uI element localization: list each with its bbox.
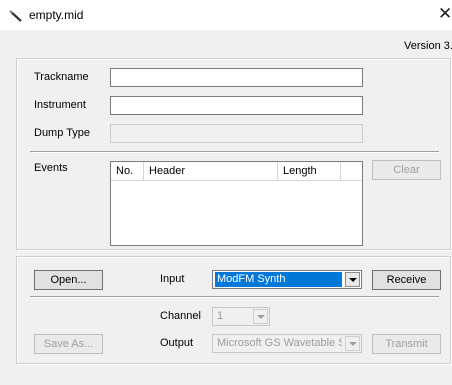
events-label: Events <box>34 162 68 174</box>
output-value: Microsoft GS Wavetable Synt <box>217 337 342 349</box>
events-list[interactable]: No. Header Length <box>110 161 363 246</box>
dump-type-label: Dump Type <box>34 127 91 139</box>
events-list-header: No. Header Length <box>111 162 362 181</box>
dump-type-field <box>110 124 363 143</box>
chevron-down-icon[interactable] <box>345 336 360 351</box>
instrument-input[interactable] <box>110 96 363 115</box>
channel-label: Channel <box>160 310 201 322</box>
transmit-button[interactable]: Transmit <box>372 334 441 354</box>
output-select[interactable]: Microsoft GS Wavetable Synt <box>212 334 362 353</box>
midi-separator <box>30 296 439 298</box>
column-header-header[interactable]: Header <box>144 162 278 180</box>
save-as-button[interactable]: Save As... <box>34 334 103 354</box>
channel-value: 1 <box>217 310 224 322</box>
window-title: empty.mid <box>29 8 84 22</box>
output-label: Output <box>160 337 194 349</box>
channel-select[interactable]: 1 <box>212 307 270 326</box>
chevron-down-icon[interactable] <box>345 272 360 287</box>
chevron-down-icon[interactable] <box>253 309 268 324</box>
input-label: Input <box>160 273 185 285</box>
column-header-length[interactable]: Length <box>278 162 341 180</box>
clear-button[interactable]: Clear <box>372 160 441 180</box>
receive-button[interactable]: Receive <box>372 270 441 290</box>
close-icon[interactable]: ✕ <box>438 5 452 23</box>
trackname-input[interactable] <box>110 68 363 87</box>
pen-icon <box>9 10 22 22</box>
trackname-label: Trackname <box>34 71 89 83</box>
column-header-no[interactable]: No. <box>111 162 144 180</box>
column-header-blank <box>341 162 362 180</box>
version-label: Version 3. <box>404 40 452 52</box>
input-value: ModFM Synth <box>215 272 342 287</box>
track-separator <box>30 151 439 153</box>
open-button[interactable]: Open... <box>34 270 103 290</box>
input-select[interactable]: ModFM Synth <box>212 270 362 289</box>
title-bar[interactable]: empty.mid ✕ <box>0 0 452 30</box>
instrument-label: Instrument <box>34 99 86 111</box>
